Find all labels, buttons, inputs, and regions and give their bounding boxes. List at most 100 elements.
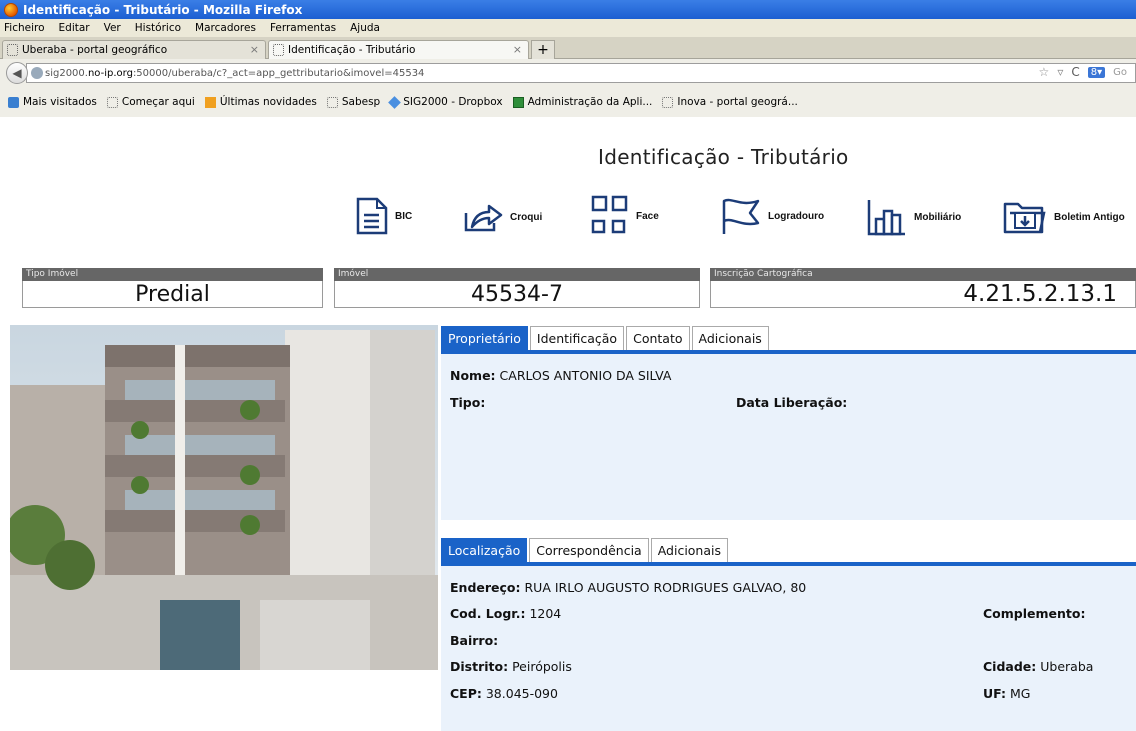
uf-value: MG [1010,686,1031,701]
complemento-row: Complemento: [983,606,1085,621]
tab-correspondencia[interactable]: Correspondência [529,538,649,562]
bic-label: BIC [395,210,413,222]
url-actions: ☆ ▿ C 8▾ Go [1039,65,1127,79]
nome-value: CARLOS ANTONIO DA SILVA [499,368,672,383]
imovel-label: Imóvel [334,268,700,281]
page-title: Identificação - Tributário [598,145,849,169]
bookmark-sabesp[interactable]: Sabesp [326,96,381,108]
bookmark-mais-visitados[interactable]: Mais visitados [8,96,97,108]
bairro-row: Bairro: [450,633,498,648]
cep-row: CEP: 38.045-090 [450,686,558,701]
bookmark-comecar-aqui[interactable]: Começar aqui [106,96,195,108]
window-titlebar: Identificação - Tributário - Mozilla Fir… [0,0,1136,19]
croqui-label: Croqui [510,211,543,223]
tab-adicionais[interactable]: Adicionais [691,326,769,350]
reload-icon[interactable]: C [1071,65,1079,79]
page-icon [662,96,674,108]
menu-historico[interactable]: Histórico [135,22,181,34]
grid-squares-icon [591,195,628,234]
rss-icon [204,96,216,108]
folder-download-icon [1003,202,1046,234]
bookmark-sig2000-dropbox[interactable]: SIG2000 - Dropbox [388,95,503,109]
endereco-row: Endereço: RUA IRLO AUGUSTO RODRIGUES GAL… [450,580,806,595]
location-tabs: Localização Correspondência Adicionais [441,538,730,562]
croqui-button[interactable]: Croqui [462,201,542,233]
owner-data-liberacao-row: Data Liberação: [736,395,847,410]
cod-logr-row: Cod. Logr.: 1204 [450,606,561,621]
tab-proprietario[interactable]: Proprietário [441,326,528,350]
close-tab-icon[interactable]: × [250,43,259,56]
bookmark-label: Sabesp [341,96,381,108]
dropdown-icon[interactable]: ▿ [1057,65,1063,79]
window-title: Identificação - Tributário - Mozilla Fir… [23,2,303,17]
menu-marcadores[interactable]: Marcadores [195,22,256,34]
nome-label: Nome: [450,368,496,383]
tab-localizacao[interactable]: Localização [441,538,528,562]
back-button[interactable]: ◀ [6,62,28,84]
distrito-label: Distrito: [450,659,509,674]
menu-ferramentas[interactable]: Ferramentas [270,22,336,34]
dropbox-icon [388,95,402,109]
browser-tab-label: Uberaba - portal geográfico [22,44,168,56]
navigation-bar: sig2000. no-ip.org:50000/uberaba/c?_act=a… [0,59,1136,117]
menu-ajuda[interactable]: Ajuda [350,22,380,34]
bookmark-star-icon[interactable]: ☆ [1039,65,1050,79]
url-bar[interactable]: sig2000. no-ip.org:50000/uberaba/c?_act=a… [26,63,1136,83]
cidade-value: Uberaba [1040,659,1094,674]
browser-tab-bar: Uberaba - portal geográfico × Identifica… [0,37,1136,59]
cep-label: CEP: [450,686,482,701]
inscricao-cartografica-value: 4.21.5.2.13.1 [710,281,1136,308]
close-tab-icon[interactable]: × [513,43,522,56]
uf-label: UF: [983,686,1007,701]
bookmark-ultimas-novidades[interactable]: Últimas novidades [204,96,317,108]
bookmark-inova[interactable]: Inova - portal geográ... [662,96,798,108]
owner-tabs: Proprietário Identificação Contato Adici… [441,326,771,350]
tab-identificacao[interactable]: Identificação [529,326,625,350]
new-tab-button[interactable]: + [531,40,555,59]
imovel-field: Imóvel 45534-7 [334,268,700,308]
bookmark-label: Administração da Apli... [527,96,653,108]
tab-adicionais-localizacao[interactable]: Adicionais [650,538,729,562]
endereco-value: RUA IRLO AUGUSTO RODRIGUES GALVAO, 80 [524,580,807,595]
distrito-row: Distrito: Peirópolis [450,659,572,674]
bookmark-label: SIG2000 - Dropbox [403,96,503,108]
search-icon [8,96,19,108]
face-button[interactable]: Face [590,194,659,238]
url-prefix: sig2000. [45,67,88,79]
boletim-antigo-label: Boletim Antigo [1054,211,1125,223]
mobiliario-button[interactable]: Mobiliário [866,197,961,237]
browser-tab-identificacao[interactable]: Identificação - Tributário × [268,40,529,59]
endereco-label: Endereço: [450,580,521,595]
tipo-label: Tipo: [450,395,486,410]
page-icon [7,44,18,56]
menu-editar[interactable]: Editar [59,22,90,34]
menu-ver[interactable]: Ver [104,22,121,34]
page-icon [106,96,118,108]
tipo-imovel-label: Tipo Imóvel [22,268,323,281]
menu-ficheiro[interactable]: Ficheiro [4,22,45,34]
search-input-placeholder[interactable]: Go [1113,67,1127,78]
cidade-label: Cidade: [983,659,1037,674]
bic-button[interactable]: BIC [355,196,412,236]
tipo-imovel-field: Tipo Imóvel Predial [22,268,323,308]
browser-tab-label: Identificação - Tributário [288,44,416,56]
tab-contato[interactable]: Contato [626,326,690,350]
bookmark-label: Mais visitados [23,96,97,108]
inscricao-cartografica-field: Inscrição Cartográfica 4.21.5.2.13.1 [710,268,1136,308]
search-engine-icon[interactable]: 8▾ [1087,66,1106,78]
boletim-antigo-button[interactable]: Boletim Antigo [1002,198,1125,236]
share-arrow-icon [464,204,503,232]
flag-icon [722,198,760,234]
url-host: no-ip.org [87,67,133,79]
globe-icon [31,67,43,79]
url-rest: :50000/uberaba/c?_act=app_gettributario&… [132,67,425,79]
owner-tipo-row: Tipo: [450,395,485,410]
menu-bar: Ficheiro Editar Ver Histórico Marcadores… [0,19,1136,37]
bookmark-administracao[interactable]: Administração da Apli... [512,96,653,108]
browser-tab-uberaba[interactable]: Uberaba - portal geográfico × [2,40,266,59]
complemento-label: Complemento: [983,606,1086,621]
imovel-value: 45534-7 [334,281,700,308]
logradouro-button[interactable]: Logradouro [718,195,824,237]
cod-logr-value: 1204 [529,606,562,621]
tipo-imovel-value: Predial [22,281,323,308]
